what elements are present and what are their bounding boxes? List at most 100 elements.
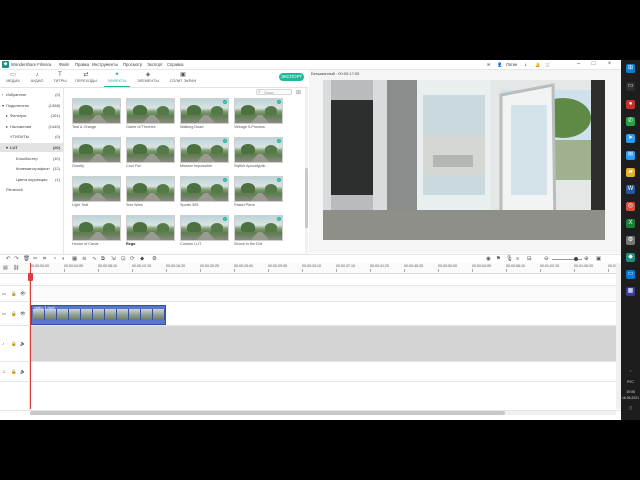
sidebar-item[interactable]: ▸ Наложения (1440) xyxy=(0,122,63,131)
menu-file[interactable]: Файл xyxy=(59,62,69,67)
playhead[interactable] xyxy=(30,263,31,409)
download-icon[interactable]: ⭳ xyxy=(525,62,526,69)
export-button[interactable]: ЭКСПОРТ xyxy=(279,73,304,81)
sidebar-item[interactable]: Filmstock xyxy=(0,185,63,194)
effect-thumbnail[interactable] xyxy=(72,137,121,163)
user-icon[interactable]: 👤 xyxy=(497,62,502,68)
notification-icon[interactable]: 🔔 xyxy=(535,62,540,68)
expand-arrow-icon[interactable]: ▸ xyxy=(6,111,8,120)
mixer-icon[interactable]: ≡ xyxy=(516,255,519,263)
render-icon[interactable]: ◉ xyxy=(486,255,491,263)
sidebar-item[interactable]: Блокбастер (10) xyxy=(0,154,63,163)
effect-tile[interactable]: Teal & Orange xyxy=(72,98,121,133)
clock-time[interactable]: 19:08 xyxy=(621,390,640,394)
redo-icon[interactable]: ↷ xyxy=(14,255,19,263)
effect-thumbnail[interactable]: ✓ xyxy=(234,215,283,241)
effect-tile[interactable]: ✓ Mission Impossible xyxy=(180,137,229,172)
menu-export[interactable]: Экспорт xyxy=(147,62,163,67)
lock-icon[interactable]: 🔒 xyxy=(11,341,17,347)
zoom-out-icon[interactable]: ⊖ xyxy=(544,255,549,263)
whatsapp-icon[interactable]: ✆ xyxy=(626,117,635,126)
sidebar-item[interactable]: ▸ Фильтры (161) xyxy=(0,111,63,120)
app-icon-blue[interactable]: ▭ xyxy=(626,270,635,279)
effect-tile[interactable]: ✓ Walking Dead xyxy=(180,98,229,133)
undo-icon[interactable]: ↶ xyxy=(6,255,11,263)
timeline-horizontal-scrollbar[interactable] xyxy=(30,411,616,415)
lock-icon[interactable]: 🔒 xyxy=(11,369,17,375)
cart-icon[interactable]: 🛒 xyxy=(545,62,550,68)
word-icon[interactable]: W xyxy=(626,185,635,194)
effect-thumbnail[interactable]: ✓ xyxy=(234,98,283,124)
delete-icon[interactable]: 🗑 xyxy=(23,255,30,263)
grid-view-icon[interactable]: ⊞ xyxy=(296,89,301,96)
effect-tile[interactable]: Cool Fun xyxy=(126,137,175,172)
taskview-icon[interactable]: ▭ xyxy=(626,82,635,91)
snap-icon[interactable]: ⊟ xyxy=(527,255,532,263)
expand-arrow-icon[interactable]: ▾ xyxy=(6,143,8,152)
fit-timeline-icon[interactable]: ▣ xyxy=(596,255,601,263)
tab-elements[interactable]: ◈ ЭЛЕМЕНТЫ xyxy=(135,71,161,86)
scrollbar-thumb[interactable] xyxy=(30,411,505,415)
effect-tile[interactable]: Rego xyxy=(126,215,175,250)
tab-effects[interactable]: ✦ ЭФФЕКТЫ xyxy=(104,71,130,87)
audio-mixer-icon[interactable]: ≋ xyxy=(82,255,87,263)
messenger-icon[interactable]: ✉ xyxy=(626,151,635,160)
app-icon-red[interactable]: ● xyxy=(626,100,635,109)
menu-view[interactable]: Просмотр xyxy=(123,62,142,67)
close-icon[interactable]: × xyxy=(606,61,613,68)
media-scrollbar[interactable] xyxy=(305,88,308,278)
effect-tile[interactable]: House of Cards xyxy=(72,215,121,250)
windows-start-icon[interactable]: ⊞ xyxy=(626,64,635,73)
effect-tile[interactable]: ✓ Custom LUT xyxy=(180,215,229,250)
speaker-icon[interactable]: 🔈 xyxy=(20,341,26,347)
effect-tile[interactable]: ✓ Stylish Apocalyptic xyxy=(234,137,283,172)
menu-tools[interactable]: Инструменты xyxy=(92,62,118,67)
eye-icon[interactable]: 👁 xyxy=(20,291,26,297)
motion-icon[interactable]: ⟳ xyxy=(130,255,135,263)
effect-tile[interactable]: ✓ Pastel Piece xyxy=(234,176,283,211)
effect-thumbnail[interactable]: ✓ xyxy=(180,98,229,124)
effect-thumbnail[interactable]: ✓ xyxy=(234,176,283,202)
effect-thumbnail[interactable] xyxy=(72,176,121,202)
effect-thumbnail[interactable]: ✓ xyxy=(180,137,229,163)
excel-icon[interactable]: X xyxy=(626,219,635,228)
color-icon[interactable]: ◐ xyxy=(62,255,65,263)
maximize-icon[interactable]: □ xyxy=(590,61,597,68)
sidebar-item[interactable]: УТИЛИТЫ (0) xyxy=(0,132,63,141)
clock-date[interactable]: 16.06.2021 xyxy=(621,396,640,400)
zoom-fit-icon[interactable]: ⊡ xyxy=(121,255,126,263)
effect-thumbnail[interactable] xyxy=(126,176,175,202)
effect-tile[interactable]: Gravity xyxy=(72,137,121,172)
settings-icon[interactable]: ⚙ xyxy=(626,236,635,245)
sidebar-item[interactable]: Цвета коррекция (1) xyxy=(0,175,63,184)
video-clip[interactable]: video_1.mp4 xyxy=(31,305,166,325)
zoom-in-icon[interactable]: ⊕ xyxy=(584,255,589,263)
effect-thumbnail[interactable] xyxy=(126,215,175,241)
eye-icon[interactable]: 👁 xyxy=(20,311,26,317)
voiceover-icon[interactable]: 🎙 xyxy=(506,255,513,263)
detach-icon[interactable]: ⇲ xyxy=(111,255,116,263)
lock-icon[interactable]: 🔒 xyxy=(11,311,17,317)
lock-icon[interactable]: 🔒 xyxy=(11,291,17,297)
folder-icon[interactable]: ▰ xyxy=(626,168,635,177)
effect-thumbnail[interactable]: ✓ xyxy=(234,137,283,163)
app-icon-purple[interactable]: ▦ xyxy=(626,287,635,296)
menu-edit[interactable]: Правка xyxy=(75,62,89,67)
audio-wave-icon[interactable]: ∿ xyxy=(92,255,97,263)
search-input[interactable]: ⌕ Поиск xyxy=(256,89,292,95)
login-link[interactable]: Логин xyxy=(506,62,517,67)
effect-tile[interactable]: Light Teal xyxy=(72,176,121,211)
speed-icon[interactable]: ◔ xyxy=(53,255,56,263)
expand-arrow-icon[interactable]: ▾ xyxy=(2,101,4,110)
add-track-icon[interactable]: ▤ xyxy=(3,265,8,271)
notifications-icon[interactable]: ▢ xyxy=(621,406,640,410)
telegram-icon[interactable]: ➤ xyxy=(626,134,635,143)
crop-icon[interactable]: ⌗ xyxy=(43,255,46,263)
scrollbar-thumb[interactable] xyxy=(305,168,308,228)
sidebar-item[interactable]: › Избранное (0) xyxy=(0,90,63,99)
effect-thumbnail[interactable] xyxy=(126,137,175,163)
sidebar-item[interactable]: Кинематографичн (12) xyxy=(0,164,63,173)
effect-tile[interactable]: ✓ Vintage II-Process xyxy=(234,98,283,133)
effect-tile[interactable]: ✓ Struck in the Dirt xyxy=(234,215,283,250)
effect-thumbnail[interactable]: ✓ xyxy=(180,215,229,241)
